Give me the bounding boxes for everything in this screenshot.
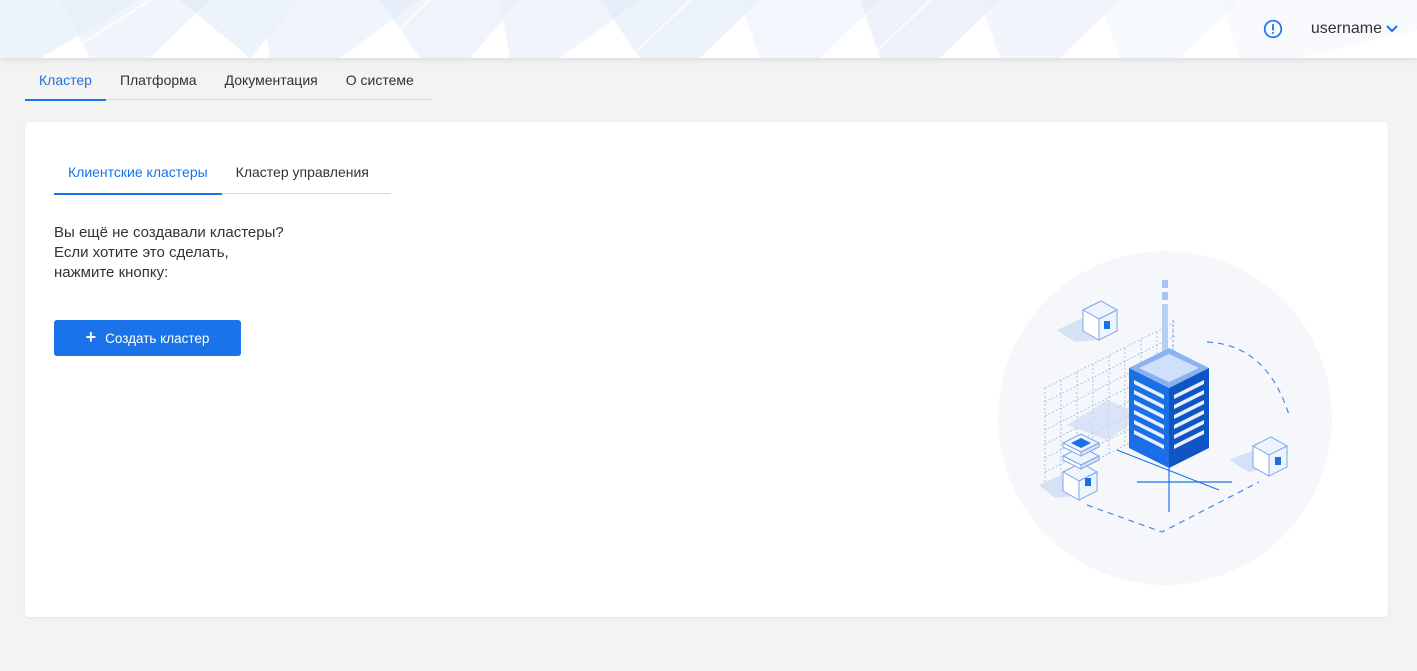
create-cluster-label: Создать кластер xyxy=(105,330,210,346)
tab-cluster[interactable]: Кластер xyxy=(25,58,106,101)
chevron-down-icon xyxy=(1386,25,1398,32)
cluster-subtabs: Клиентские кластеры Кластер управления xyxy=(54,157,391,195)
empty-state-line-1: Вы ещё не создавали кластеры? xyxy=(54,224,284,241)
tab-management-cluster[interactable]: Кластер управления xyxy=(222,157,383,194)
plus-icon: + xyxy=(85,327,97,347)
empty-state-line-2: Если хотите это сделать, xyxy=(54,244,229,261)
main-nav: Кластер Платформа Документация О системе xyxy=(25,58,432,101)
tab-platform[interactable]: Платформа xyxy=(106,58,211,100)
create-cluster-button[interactable]: + Создать кластер xyxy=(54,320,241,356)
username-label: username xyxy=(1310,20,1382,37)
tab-documentation[interactable]: Документация xyxy=(211,58,332,100)
tab-about-system[interactable]: О системе xyxy=(332,58,428,100)
empty-state-line-3: нажмите кнопку: xyxy=(54,264,169,281)
header-actions: username xyxy=(1263,0,1417,58)
app-header: username xyxy=(0,0,1417,58)
user-menu[interactable]: username xyxy=(1311,20,1398,38)
info-circle-icon[interactable] xyxy=(1263,19,1283,39)
tab-client-clusters[interactable]: Клиентские кластеры xyxy=(54,157,222,195)
empty-state-message: Вы ещё не создавали кластеры? Если хотит… xyxy=(54,223,284,283)
server-cluster-illustration xyxy=(998,251,1332,585)
header-background-pattern xyxy=(0,0,1417,58)
cluster-panel: Клиентские кластеры Кластер управления В… xyxy=(25,122,1388,617)
